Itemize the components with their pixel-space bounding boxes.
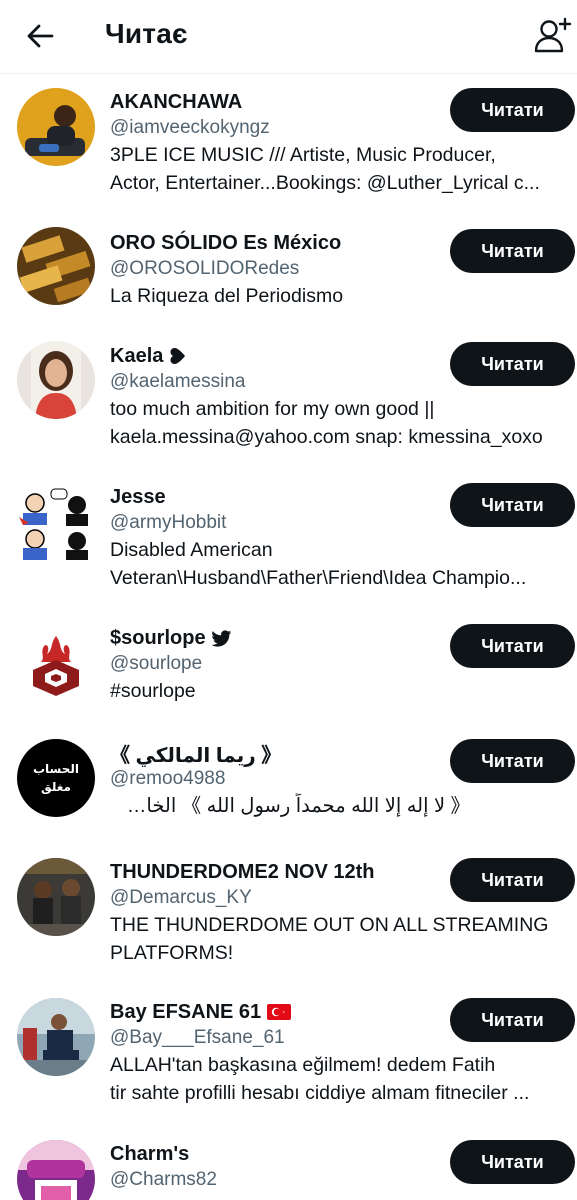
follow-button[interactable]: Читати [450,858,575,902]
user-bio: Disabled American Veteran\Husband\Father… [110,539,527,589]
user-name: Kaela [110,344,164,367]
avatar[interactable] [17,858,95,936]
user-name: THUNDERDOME2 NOV 12th [110,860,375,883]
follow-button[interactable]: Читати [450,1140,575,1184]
follow-button[interactable]: Читати [450,88,575,132]
avatar[interactable] [17,227,95,305]
add-user-button[interactable] [530,12,576,58]
turkey-flag-icon [267,1004,292,1020]
avatar[interactable] [17,1140,95,1200]
user-bio: 3PLE ICE MUSIC /// Artiste, Music Produc… [110,144,540,194]
user-name: ORO SÓLIDO Es México [110,231,342,254]
user-bio: too much ambition for my own good || kae… [110,398,543,448]
add-user-icon [534,17,572,53]
user-bio: #sourlope [110,680,196,702]
follow-button[interactable]: Читати [450,624,575,668]
avatar[interactable] [17,624,95,702]
user-bio: La Riqueza del Periodismo [110,285,344,307]
heart-icon [169,347,187,365]
user-bio: THE THUNDERDOME OUT ON ALL STREAMING PLA… [110,914,549,964]
user-name: Jesse [110,485,166,508]
user-name: Bay EFSANE 61 [110,1000,262,1023]
user-name: AKANCHAWA [110,90,243,113]
follow-button[interactable]: Читати [450,229,575,273]
user-name: Charm's [110,1142,190,1165]
page-title: Читає [105,18,188,49]
user-name: $sourlope [110,626,206,649]
follow-button[interactable]: Читати [450,739,575,783]
follow-button[interactable]: Читати [450,483,575,527]
avatar[interactable] [17,88,95,166]
arrow-left-icon [27,24,54,48]
avatar[interactable] [17,483,95,561]
back-button[interactable] [14,14,66,58]
user-bio: ALLAH'tan başkasına eğilmem! dedem Fatih… [110,1054,530,1104]
user-name: 《 ريما المالكي 》 [110,744,282,767]
avatar[interactable] [17,998,95,1076]
follow-button[interactable]: Читати [450,998,575,1042]
user-bio: 《 لا إله إلا الله محمداً رسول الله 》 الخ… [110,795,470,817]
bird-icon [211,629,232,647]
top-app-bar: Читає [0,0,577,74]
follow-button[interactable]: Читати [450,342,575,386]
avatar[interactable]: الحساب مغلق [17,739,95,817]
avatar[interactable] [17,341,95,419]
